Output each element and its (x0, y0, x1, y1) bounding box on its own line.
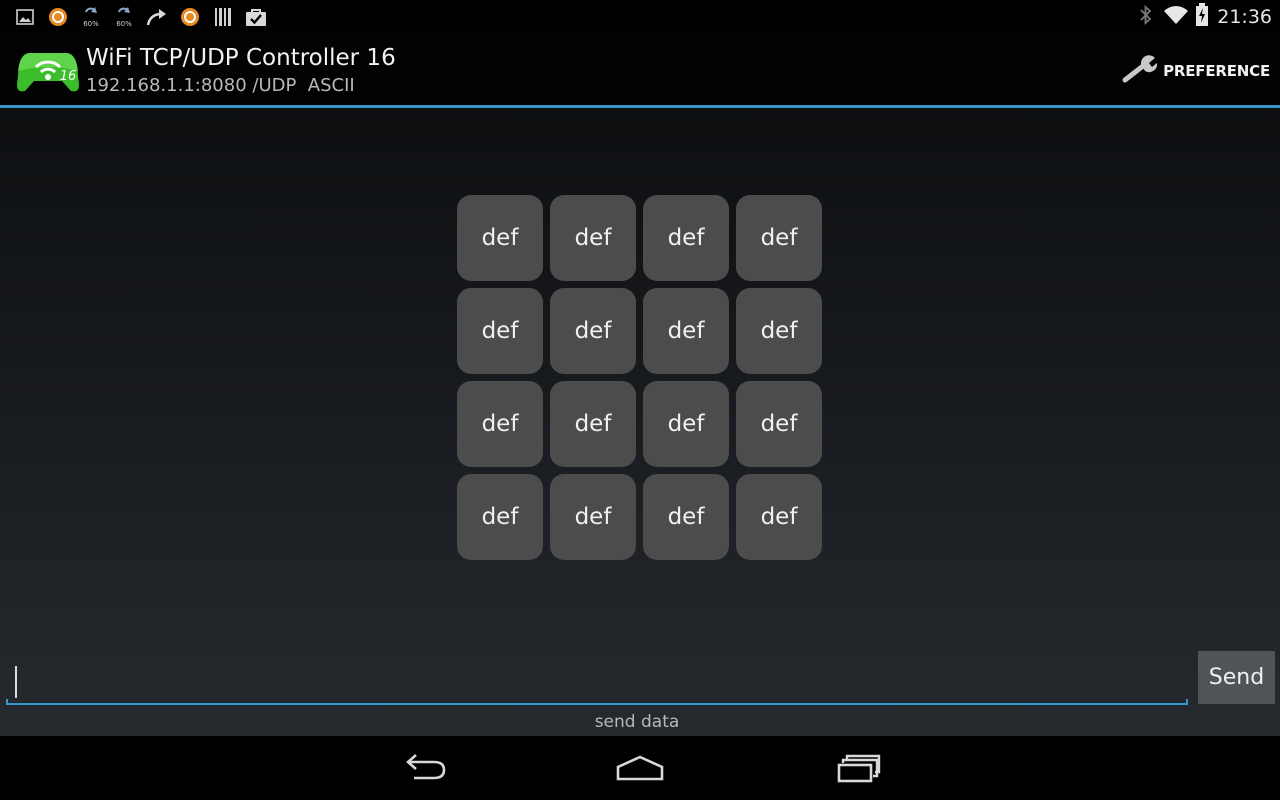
wifi-icon (1163, 5, 1189, 29)
send-button[interactable]: Send (1198, 651, 1275, 704)
pad-button-7[interactable]: def (643, 288, 729, 374)
send-data-hint: send data (594, 712, 680, 732)
pad-button-16[interactable]: def (736, 474, 822, 560)
wrench-icon (1121, 54, 1159, 88)
text-caret (15, 666, 17, 698)
preference-label: PREFERENCE (1163, 62, 1270, 80)
share-arrow-icon (146, 6, 168, 28)
pad-button-12[interactable]: def (736, 381, 822, 467)
sync-60-icon: 60% (80, 6, 102, 28)
image-icon (14, 6, 36, 28)
svg-text:16: 16 (60, 69, 77, 84)
navigation-bar (0, 736, 1280, 800)
pad-button-13[interactable]: def (457, 474, 543, 560)
svg-text:60%: 60% (83, 20, 99, 28)
back-icon (406, 754, 446, 780)
home-icon (616, 755, 664, 781)
controller-content: def def def def def def def def def def … (0, 108, 1280, 736)
clock: 21:36 (1217, 5, 1272, 28)
recent-apps-icon (837, 754, 881, 783)
status-bar: 60% 60% 21:36 (0, 0, 1280, 33)
pad-button-11[interactable]: def (643, 381, 729, 467)
pad-button-3[interactable]: def (643, 195, 729, 281)
preference-button[interactable]: PREFERENCE (1121, 55, 1270, 87)
pad-button-8[interactable]: def (736, 288, 822, 374)
pad-button-2[interactable]: def (550, 195, 636, 281)
app-title: WiFi TCP/UDP Controller 16 (86, 45, 396, 71)
input-underline (6, 699, 1188, 705)
pad-button-14[interactable]: def (550, 474, 636, 560)
send-input-area (6, 654, 1188, 706)
recent-apps-button[interactable] (828, 750, 888, 786)
svg-text:60%: 60% (116, 20, 132, 28)
button-grid: def def def def def def def def def def … (457, 195, 823, 560)
orange-ring-icon (179, 6, 201, 28)
connection-subtitle: 192.168.1.1:8080 /UDP ASCII (86, 75, 355, 96)
pad-button-4[interactable]: def (736, 195, 822, 281)
orange-ring-icon (47, 6, 69, 28)
pad-button-1[interactable]: def (457, 195, 543, 281)
pad-button-15[interactable]: def (643, 474, 729, 560)
home-button[interactable] (610, 750, 670, 786)
battery-icon (1195, 2, 1209, 31)
pad-button-5[interactable]: def (457, 288, 543, 374)
notification-icons: 60% 60% (14, 5, 278, 29)
barcode-icon (212, 6, 234, 28)
back-button[interactable] (394, 750, 454, 786)
sync-60-icon: 60% (113, 6, 135, 28)
store-bag-icon (245, 6, 267, 28)
pad-button-10[interactable]: def (550, 381, 636, 467)
bluetooth-icon (1139, 4, 1153, 30)
pad-button-9[interactable]: def (457, 381, 543, 467)
gamepad-wifi-icon: 16 (17, 53, 79, 92)
pad-button-6[interactable]: def (550, 288, 636, 374)
app-logo[interactable]: 16 (16, 47, 80, 95)
system-icons: 21:36 (1139, 2, 1272, 31)
action-bar: 16 WiFi TCP/UDP Controller 16 192.168.1.… (0, 33, 1280, 105)
send-data-input[interactable] (6, 654, 1188, 706)
